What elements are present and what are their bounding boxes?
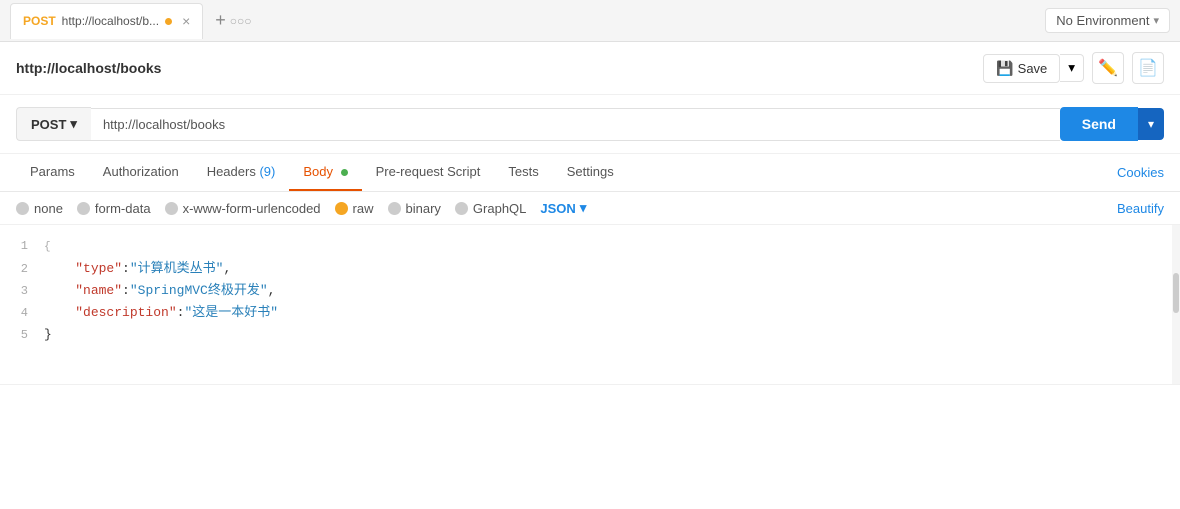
line-content-3: "name":"SpringMVC终极开发",: [40, 280, 1180, 302]
body-types-left: none form-data x-www-form-urlencoded raw…: [16, 200, 586, 216]
method-label: POST: [31, 117, 66, 132]
pencil-icon: ✏️: [1098, 58, 1118, 78]
code-key-name: "name": [75, 283, 122, 298]
code-key-desc: "description": [75, 305, 176, 320]
tab-authorization[interactable]: Authorization: [89, 154, 193, 191]
environment-selector[interactable]: No Environment ▾: [1045, 8, 1170, 33]
save-dropdown-button[interactable]: ▾: [1060, 54, 1084, 82]
body-type-graphql[interactable]: GraphQL: [455, 201, 526, 216]
line-num-2: 2: [0, 258, 40, 280]
code-val-name: "SpringMVC终极开发": [130, 283, 268, 298]
tab-settings[interactable]: Settings: [553, 154, 628, 191]
scrollbar-thumb[interactable]: [1173, 273, 1179, 313]
document-icon: 📄: [1138, 58, 1158, 78]
send-button[interactable]: Send: [1060, 107, 1138, 141]
radio-form-data: [77, 202, 90, 215]
fold-icon: {: [44, 241, 51, 253]
tab-tests[interactable]: Tests: [494, 154, 552, 191]
body-types: none form-data x-www-form-urlencoded raw…: [0, 192, 1180, 225]
code-editor[interactable]: 1 { 2 "type":"计算机类丛书", 3 "name":"SpringM…: [0, 225, 1180, 385]
send-button-group: Send ▾: [1060, 107, 1164, 141]
save-icon: 💾: [996, 60, 1013, 77]
line-num-1: 1: [0, 235, 40, 257]
json-type-selector[interactable]: JSON ▾: [540, 200, 586, 216]
line-num-3: 3: [0, 280, 40, 302]
chevron-down-icon: ▾: [1068, 60, 1075, 75]
body-type-binary[interactable]: binary: [388, 201, 441, 216]
save-button-group: 💾 Save ▾: [983, 54, 1084, 83]
tabs-nav: Params Authorization Headers (9) Body Pr…: [0, 154, 1180, 192]
chevron-down-icon: ▾: [1153, 14, 1159, 27]
chevron-down-icon: ▾: [580, 200, 587, 216]
more-icon: ○○○: [230, 14, 252, 28]
body-type-raw[interactable]: raw: [335, 201, 374, 216]
beautify-button[interactable]: Beautify: [1117, 201, 1164, 216]
request-header: http://localhost/books 💾 Save ▾ ✏️ 📄: [0, 42, 1180, 95]
line-num-4: 4: [0, 302, 40, 324]
cookies-link[interactable]: Cookies: [1117, 155, 1164, 190]
code-val-type: "计算机类丛书": [130, 261, 224, 276]
code-line-4: 4 "description":"这是一本好书": [0, 302, 1180, 324]
send-dropdown-button[interactable]: ▾: [1138, 108, 1164, 140]
headers-badge: (9): [259, 164, 275, 179]
tab-close-icon[interactable]: ×: [182, 13, 190, 29]
line-num-5: 5: [0, 324, 40, 346]
radio-binary: [388, 202, 401, 215]
code-line-3: 3 "name":"SpringMVC终极开发",: [0, 280, 1180, 302]
chevron-down-icon: ▾: [1148, 117, 1154, 131]
body-type-urlencoded[interactable]: x-www-form-urlencoded: [165, 201, 321, 216]
line-content-4: "description":"这是一本好书": [40, 302, 1180, 324]
request-title: http://localhost/books: [16, 60, 161, 76]
closing-brace: }: [44, 327, 52, 342]
body-type-none[interactable]: none: [16, 201, 63, 216]
tab-bar: POST http://localhost/b... × + ○○○ No En…: [0, 0, 1180, 42]
tab-bar-right: No Environment ▾: [1045, 8, 1170, 33]
env-label: No Environment: [1056, 13, 1149, 28]
active-tab[interactable]: POST http://localhost/b... ×: [10, 3, 203, 39]
header-actions: 💾 Save ▾ ✏️ 📄: [983, 52, 1164, 84]
notes-button[interactable]: 📄: [1132, 52, 1164, 84]
tab-body[interactable]: Body: [289, 154, 361, 191]
radio-none: [16, 202, 29, 215]
line-content-1: {: [40, 235, 1180, 258]
plus-icon: +: [215, 10, 226, 31]
code-key-type: "type": [75, 261, 122, 276]
url-bar: POST ▾ Send ▾: [0, 95, 1180, 154]
tabs-nav-left: Params Authorization Headers (9) Body Pr…: [16, 154, 628, 191]
tab-dot: [165, 18, 172, 25]
radio-raw: [335, 202, 348, 215]
body-type-form-data[interactable]: form-data: [77, 201, 151, 216]
url-input[interactable]: [91, 108, 1060, 141]
save-label: Save: [1018, 61, 1048, 76]
tab-method: POST: [23, 14, 56, 28]
radio-urlencoded: [165, 202, 178, 215]
edit-button[interactable]: ✏️: [1092, 52, 1124, 84]
line-content-5: }: [40, 324, 1180, 346]
save-button[interactable]: 💾 Save: [983, 54, 1060, 83]
body-active-dot: [341, 169, 348, 176]
scrollbar-track: [1172, 225, 1180, 384]
tab-url: http://localhost/b...: [62, 14, 159, 28]
code-line-5: 5 }: [0, 324, 1180, 346]
line-content-2: "type":"计算机类丛书",: [40, 258, 1180, 280]
tab-headers[interactable]: Headers (9): [193, 154, 290, 191]
method-selector[interactable]: POST ▾: [16, 107, 91, 141]
code-line-1: 1 {: [0, 235, 1180, 258]
radio-graphql: [455, 202, 468, 215]
new-tab-button[interactable]: + ○○○: [207, 6, 259, 35]
chevron-down-icon: ▾: [70, 116, 77, 132]
code-line-2: 2 "type":"计算机类丛书",: [0, 258, 1180, 280]
tab-params[interactable]: Params: [16, 154, 89, 191]
tab-pre-request[interactable]: Pre-request Script: [362, 154, 495, 191]
tab-bar-left: POST http://localhost/b... × + ○○○: [10, 3, 260, 39]
code-val-desc: "这是一本好书": [184, 305, 278, 320]
